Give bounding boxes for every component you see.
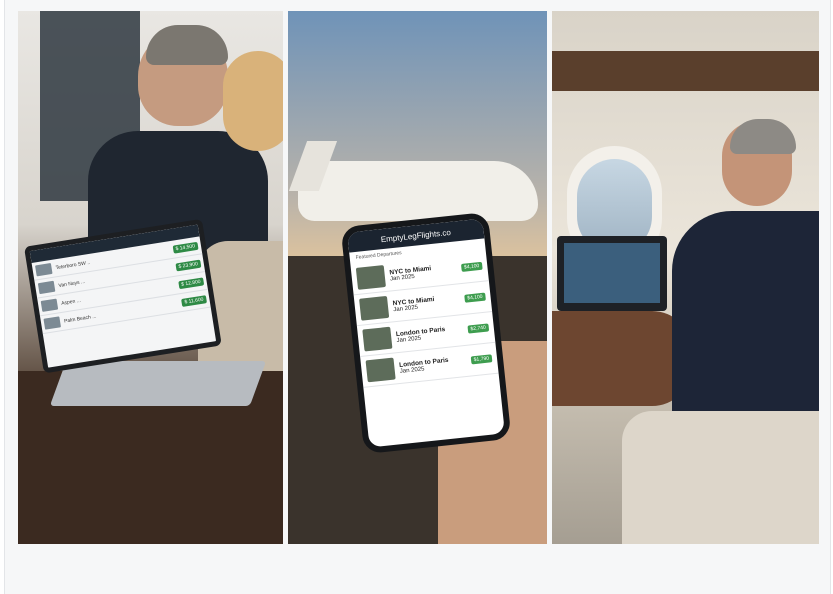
laptop-screen: Teterboro SW .. $ 14,500 Van Nuys ... $ 23… (24, 218, 222, 374)
photo-phone-airfield: EmptyLegFlights.co Featured Departures N… (288, 11, 547, 544)
private-jet-fuselage (298, 161, 538, 221)
jet-thumbnail (359, 295, 390, 321)
jet-thumbnail (43, 316, 62, 330)
woman-hair (223, 51, 283, 151)
photo-cabin-call (552, 11, 819, 544)
photo-laptop-meeting: Teterboro SW .. $ 14,500 Van Nuys ... $ 23… (18, 11, 283, 544)
laptop-map-screen (564, 243, 660, 303)
jet-thumbnail (37, 280, 56, 295)
man-hair (146, 25, 228, 65)
jet-thumbnail (362, 326, 393, 352)
jet-thumbnail (365, 357, 396, 383)
smartphone: EmptyLegFlights.co Featured Departures N… (340, 211, 512, 455)
jet-thumbnail (35, 262, 53, 277)
man-suit (672, 211, 819, 441)
leather-seat (622, 411, 819, 544)
jet-thumbnail (355, 265, 386, 290)
man-hair (730, 119, 796, 154)
laptop-keyboard (49, 361, 267, 406)
jet-thumbnail (40, 298, 59, 312)
cabin-table (552, 311, 692, 406)
cabin-wood-trim (552, 51, 819, 91)
